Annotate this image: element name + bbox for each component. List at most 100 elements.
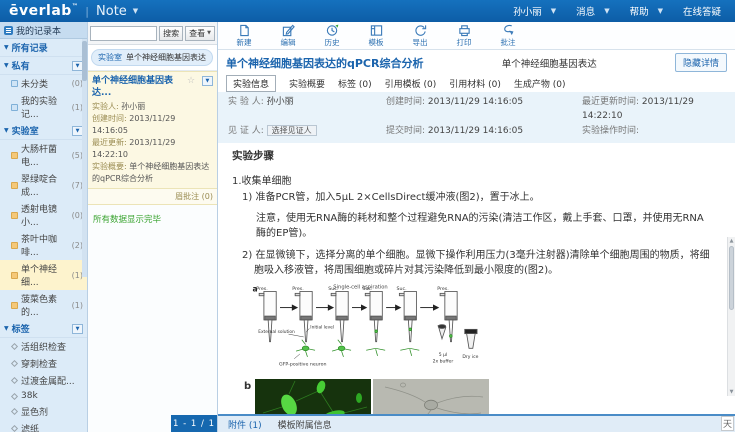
info-label: 见 证 人: [228, 126, 264, 136]
figure-a-title: Single-cell aspiration [333, 285, 387, 291]
view-button-label: 查看 [189, 28, 205, 39]
card-field-updated: 最近更新: 2013/11/29 14:22:10 [92, 137, 213, 161]
sidebar-tag-2[interactable]: 穿刺检查 [0, 355, 87, 372]
collapse-triangle-icon: ▼ [4, 44, 9, 51]
notebook-square-icon [11, 80, 18, 87]
sidebar-item-my-experiments[interactable]: 我的实验记... (1) [0, 92, 87, 122]
sidebar-tag-3[interactable]: 过渡金属配... [0, 372, 87, 389]
new-document-icon [238, 24, 251, 37]
annotation-count-link[interactable]: 眉批注 (0) [88, 189, 217, 205]
syringe-label: Pres. [256, 286, 267, 292]
favorite-star-icon[interactable]: ☆ [187, 76, 195, 86]
logo-divider: | [85, 5, 89, 18]
tool-label: 历史 [325, 37, 340, 48]
tab-summary[interactable]: 实验概要 [289, 77, 325, 90]
filter-pill[interactable]: 实验室 单个神经细胞基因表达 [91, 49, 213, 66]
messages-menu[interactable]: 消息▼ [576, 4, 609, 18]
notebook-icon [4, 26, 13, 35]
view-dropdown-button[interactable]: 查看▼ [185, 26, 215, 41]
tab-tags[interactable]: 标签 (0) [338, 77, 372, 90]
sidebar-header-label: 我的记录本 [16, 24, 61, 37]
notebook-square-icon [11, 152, 18, 159]
tool-label: 打印 [457, 37, 472, 48]
sidebar-tag-5[interactable]: 显色剂 [0, 403, 87, 420]
sidebar-section-all-records[interactable]: ▼ 所有记录 [0, 39, 87, 57]
scroll-down-arrow-icon[interactable]: ▼ [728, 388, 735, 396]
micrograph-grid: 10 μm [255, 379, 489, 414]
scroll-up-arrow-icon[interactable]: ▲ [728, 237, 735, 245]
info-label: 最近更新时间: [582, 97, 639, 107]
tool-label: 批注 [501, 37, 516, 48]
online-qa-link[interactable]: 在线答疑 [683, 4, 721, 18]
info-label: 提交时间: [386, 126, 425, 136]
step-note-text: 注意，使用无RNA酶的耗材和整个过程避免RNA的污染(清洁工作区，戴上手套、口罩… [232, 211, 713, 241]
fluorescence-micrograph: 10 μm [255, 379, 371, 414]
experiment-title-link[interactable]: 单个神经细胞基因表达... [92, 76, 182, 99]
sidebar-tag-4[interactable]: 38k [0, 389, 87, 403]
annotate-button[interactable]: 批注 [494, 24, 522, 48]
template-icon [370, 24, 383, 37]
template-info-tab[interactable]: 模板附属信息 [278, 418, 332, 431]
help-menu[interactable]: 帮助▼ [630, 4, 663, 18]
sidebar-header-my-notebooks[interactable]: 我的记录本 [0, 22, 87, 39]
list-end-hint: 所有数据显示完毕 [88, 205, 217, 233]
card-title-row: 单个神经细胞基因表达... ☆ ▼ [92, 76, 213, 99]
field-label: 实验概要: [92, 162, 127, 171]
tab-referenced-materials[interactable]: 引用材料 (0) [449, 77, 501, 90]
syringe-label: Suc. [362, 286, 372, 292]
select-witness-button[interactable]: 选择见证人 [267, 125, 317, 136]
sidebar-section-lab[interactable]: ▼ 实验室 ▼ [0, 122, 87, 140]
item-label: 未分类 [21, 77, 48, 90]
product-switcher-chevron-icon[interactable]: ▼ [133, 7, 138, 15]
sidebar-item-lab-4[interactable]: 茶叶中咖啡... (2) [0, 230, 87, 260]
detail-footer-bar: 附件 (1) 模板附属信息 [218, 414, 735, 432]
pencil-icon [282, 24, 295, 37]
tab-referenced-templates[interactable]: 引用模板 (0) [385, 77, 437, 90]
experiment-card[interactable]: 单个神经细胞基因表达... ☆ ▼ 实验人: 孙小丽 创建时间: 2013/11… [88, 71, 217, 189]
tool-label: 编辑 [281, 37, 296, 48]
info-value: 孙小丽 [267, 97, 294, 107]
template-button[interactable]: 模板 [362, 24, 390, 48]
sidebar: 我的记录本 ▼ 所有记录 ▼ 私有 ▼ 未分类 (0) 我的实验记... (1)… [0, 22, 88, 432]
tab-experiment-info[interactable]: 实验信息 [226, 75, 276, 92]
sidebar-tag-1[interactable]: 活组织检查 [0, 338, 87, 355]
hide-details-button[interactable]: 隐藏详情 [675, 53, 727, 72]
print-button[interactable]: 打印 [450, 24, 478, 48]
scrollbar-thumb[interactable] [729, 246, 734, 310]
sidebar-item-uncategorized[interactable]: 未分类 (0) [0, 75, 87, 92]
attachments-tab[interactable]: 附件 (1) [228, 418, 262, 431]
search-button[interactable]: 搜索 [159, 26, 183, 41]
detail-toolbar: 新建 编辑 历史 模板 导出 打印 [218, 22, 735, 50]
content-scrollbar[interactable]: ▲ ▼ [727, 237, 735, 396]
export-button[interactable]: 导出 [406, 24, 434, 48]
collapse-triangle-icon: ▼ [4, 127, 9, 134]
search-input[interactable] [90, 26, 157, 41]
user-menu[interactable]: 孙小丽▼ [513, 4, 556, 18]
history-button[interactable]: 历史 [318, 24, 346, 48]
top-bar: ēverlab™ | Note ▼ 孙小丽▼ 消息▼ 帮助▼ 在线答疑 [0, 0, 735, 22]
info-row-1: 实 验 人: 孙小丽 创建时间: 2013/11/29 14:16:05 最近更… [228, 95, 725, 124]
sidebar-item-lab-3[interactable]: 透射电镜小... (0) [0, 200, 87, 230]
sidebar-item-lab-single-neuron[interactable]: 单个神经细... (1) [0, 260, 87, 290]
clock-icon [326, 24, 339, 37]
item-label: 茶叶中咖啡... [21, 232, 69, 258]
card-menu-button[interactable]: ▼ [202, 76, 213, 86]
tab-products[interactable]: 生成产物 (0) [514, 77, 566, 90]
aspiration-diagram: a Single-cell aspiration Pres. Pres. S [244, 282, 496, 372]
edit-button[interactable]: 编辑 [274, 24, 302, 48]
sidebar-section-tags[interactable]: ▼ 标签 ▼ [0, 320, 87, 338]
section-menu-button[interactable]: ▼ [72, 324, 83, 334]
sidebar-section-private[interactable]: ▼ 私有 ▼ [0, 57, 87, 75]
sidebar-item-lab-2[interactable]: 翠绿啶合成... (7) [0, 170, 87, 200]
step-1-text: 1) 准备PCR管，加入5μL 2×CellsDirect缓冲液(图2)，置于冰… [232, 190, 713, 205]
sidebar-item-lab-1[interactable]: 大肠杆菌电... (5) [0, 140, 87, 170]
floating-widget[interactable]: 天 [721, 416, 734, 431]
new-button[interactable]: 新建 [230, 24, 258, 48]
filter-scope: 实验室 [98, 52, 122, 63]
scrollbar-thumb[interactable] [82, 41, 87, 81]
sidebar-item-lab-6[interactable]: 菠菜色素的... (1) [0, 290, 87, 320]
section-label: 标签 [12, 322, 30, 335]
sidebar-scrollbar[interactable] [82, 39, 87, 277]
sidebar-tag-6[interactable]: 滤纸 [0, 420, 87, 432]
pagination-indicator[interactable]: 1 - 1 / 1 [171, 415, 217, 432]
